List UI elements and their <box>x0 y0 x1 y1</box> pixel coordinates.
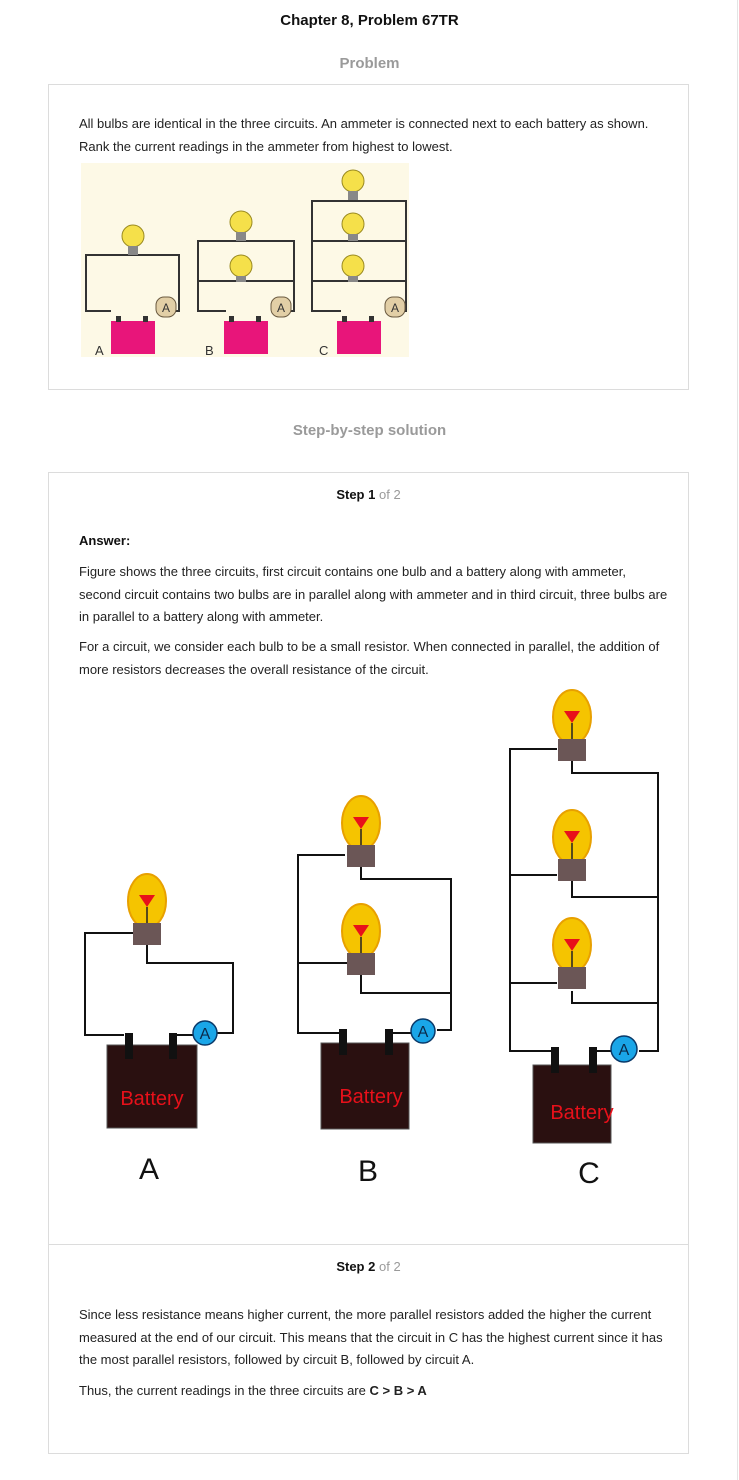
solution-box: Step 1 of 2 Answer: Figure shows the thr… <box>48 472 689 1454</box>
battery-b-label: Battery <box>339 1086 402 1108</box>
circuit-c: A Battery C <box>509 689 659 1190</box>
solution-figure: A Battery A A Battery B A Battery C <box>84 689 659 1190</box>
problem-heading: Problem <box>339 55 400 72</box>
step-divider <box>49 1244 688 1245</box>
problem-label-a: A <box>95 343 104 357</box>
circuit-label-b: B <box>358 1155 378 1188</box>
step-1-label: Step 1 of 2 <box>336 487 401 502</box>
ammeter-c-label: A <box>619 1042 630 1059</box>
problem-label-c: C <box>319 343 328 357</box>
problem-ammeter-b-label: A <box>277 301 285 315</box>
battery-a-label: Battery <box>120 1088 183 1110</box>
page-right-border <box>737 0 738 1480</box>
circuit-b: A Battery B <box>297 795 452 1188</box>
circuit-a: A Battery A <box>84 873 234 1186</box>
problem-box: All bulbs are identical in the three cir… <box>48 84 689 390</box>
step-1-paragraph-1: Figure shows the three circuits, first c… <box>79 564 668 624</box>
problem-text: All bulbs are identical in the three cir… <box>79 116 649 154</box>
problem-ammeter-a-label: A <box>162 301 170 315</box>
step-1-paragraph-2: For a circuit, we consider each bulb to … <box>79 639 660 677</box>
problem-label-b: B <box>205 343 214 357</box>
problem-ammeter-c-label: A <box>391 301 399 315</box>
circuit-label-a: A <box>139 1153 159 1186</box>
step-2-label: Step 2 of 2 <box>336 1259 401 1274</box>
step-2-conclusion: Thus, the current readings in the three … <box>79 1383 427 1398</box>
battery-c-label: Battery <box>550 1102 613 1124</box>
circuit-label-c: C <box>578 1157 600 1190</box>
step-2-paragraph-1: Since less resistance means higher curre… <box>79 1307 663 1367</box>
problem-figure: A A A B A C <box>81 163 409 357</box>
ammeter-a-label: A <box>200 1026 211 1043</box>
solution-heading: Step-by-step solution <box>292 422 447 439</box>
answer-label: Answer: <box>79 533 131 548</box>
ammeter-b-label: A <box>418 1024 429 1041</box>
ranking: C > B > A <box>369 1383 427 1398</box>
page-title: Chapter 8, Problem 67TR <box>280 12 459 29</box>
